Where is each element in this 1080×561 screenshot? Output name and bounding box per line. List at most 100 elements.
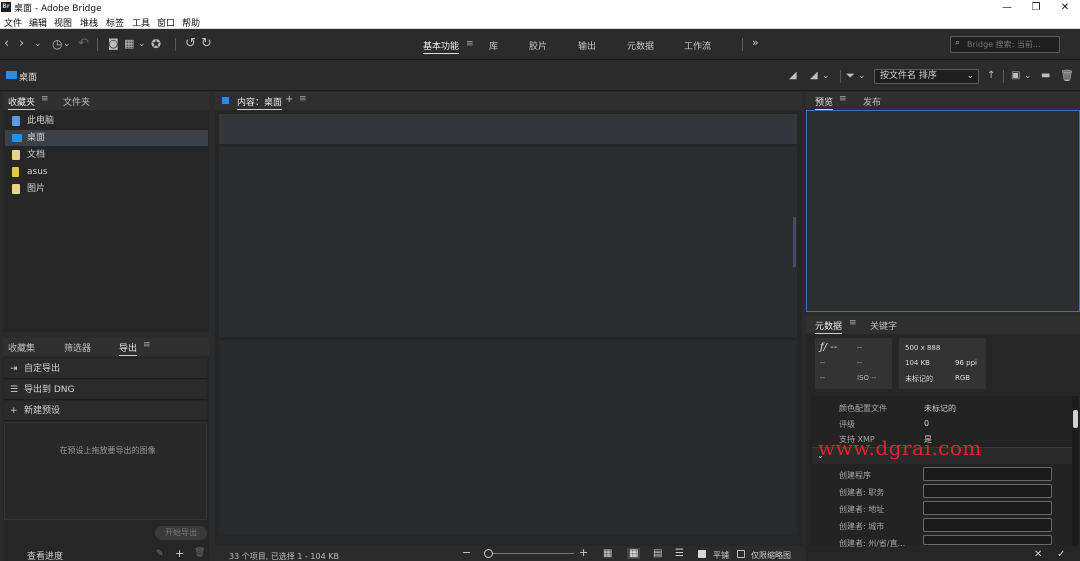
menu-stack[interactable]: 堆栈 xyxy=(80,16,98,29)
tab-metadata[interactable]: 元数据 xyxy=(815,319,843,334)
tab-favorites[interactable]: 收藏夹 xyxy=(8,95,36,110)
tab-filter[interactable]: 筛选器 xyxy=(64,341,91,354)
custom-export-row[interactable]: ⇥ 自定导出 xyxy=(4,359,207,379)
zoom-slider-thumb[interactable] xyxy=(484,549,493,558)
more-workspaces-button[interactable]: » xyxy=(752,36,759,49)
trash-icon[interactable]: 🗑 xyxy=(194,548,205,558)
trash-icon[interactable]: 🗑 xyxy=(1060,69,1074,83)
breadcrumb[interactable]: 桌面 xyxy=(19,70,37,83)
chevron-down-icon[interactable]: ⌄ xyxy=(138,37,146,51)
favorite-asus[interactable]: asus xyxy=(5,164,208,180)
menu-label[interactable]: 标签 xyxy=(106,16,124,29)
view-progress-link[interactable]: 查看进度 xyxy=(27,549,63,561)
open-recent-folder-icon[interactable]: ▣ xyxy=(1011,69,1020,83)
refine-icon[interactable]: ▦ xyxy=(124,37,134,51)
flat-view-checkbox[interactable] xyxy=(698,550,706,558)
creator-job-input[interactable] xyxy=(923,484,1052,498)
creator-input[interactable] xyxy=(923,467,1052,481)
tab-content[interactable]: 内容：桌面 xyxy=(237,95,283,110)
workspace-menu-icon[interactable]: ≡ xyxy=(466,39,474,49)
plus-icon[interactable]: + xyxy=(175,547,184,560)
workspace-workflow[interactable]: 工作流 xyxy=(684,39,711,52)
panel-menu-icon[interactable]: ≡ xyxy=(41,94,49,104)
menu-tools[interactable]: 工具 xyxy=(132,16,150,29)
details-view-icon[interactable]: ▤ xyxy=(653,548,662,559)
menu-view[interactable]: 视图 xyxy=(54,16,72,29)
panel-menu-icon[interactable]: ≡ xyxy=(849,318,857,328)
return-icon[interactable]: ↶ xyxy=(78,37,89,51)
creator-state-input[interactable] xyxy=(923,535,1052,545)
new-folder-icon[interactable]: ▬ xyxy=(1041,69,1050,83)
tab-collections[interactable]: 收藏集 xyxy=(8,341,35,354)
chevron-down-icon[interactable]: ⌄ xyxy=(63,37,71,51)
creative-cloud-icon[interactable]: ✪ xyxy=(151,37,161,51)
workspace-essentials[interactable]: 基本功能 xyxy=(423,39,460,54)
start-export-button[interactable]: 开始导出 xyxy=(155,526,207,540)
thumbnail-grid[interactable] xyxy=(219,147,797,337)
restore-button[interactable]: ❐ xyxy=(1021,0,1051,15)
chevron-down-icon[interactable]: ⌄ xyxy=(858,69,866,83)
chevron-down-icon[interactable]: ⌄ xyxy=(34,37,42,51)
bridge-search-box[interactable]: ⌕ xyxy=(950,36,1060,53)
search-input[interactable] xyxy=(967,38,1055,51)
pencil-icon[interactable]: ✎ xyxy=(156,549,164,559)
chevron-down-icon[interactable]: ⌄ xyxy=(1024,69,1032,83)
tab-preview[interactable]: 预览 xyxy=(815,95,834,110)
thumbnail-row[interactable] xyxy=(219,114,797,144)
add-tab-button[interactable]: + xyxy=(285,94,293,105)
tab-publish[interactable]: 发布 xyxy=(863,95,881,108)
workspace-metadata[interactable]: 元数据 xyxy=(627,39,654,52)
favorite-label: 此电脑 xyxy=(27,116,55,126)
menu-edit[interactable]: 编辑 xyxy=(29,16,47,29)
thumbnail-view-icon[interactable]: ▦ xyxy=(627,548,641,559)
panel-menu-icon[interactable]: ≡ xyxy=(839,94,847,104)
back-icon[interactable]: ‹ xyxy=(4,37,9,51)
metadata-scrollbar[interactable] xyxy=(1072,396,1079,546)
rotate-left-icon[interactable]: ↺ xyxy=(185,37,196,51)
favorite-this-pc[interactable]: 此电脑 xyxy=(5,113,208,129)
grid-lock-icon[interactable]: ▦ xyxy=(603,548,612,559)
workspace-output[interactable]: 输出 xyxy=(578,39,596,52)
minimize-button[interactable]: — xyxy=(992,0,1022,15)
thumbnails-only-checkbox[interactable] xyxy=(737,550,745,558)
rating-filter-icon[interactable]: ◢ xyxy=(810,69,818,83)
favorite-pictures[interactable]: 图片 xyxy=(5,181,208,197)
workspace-filmstrip[interactable]: 胶片 xyxy=(529,39,547,52)
thumbnail-grid[interactable] xyxy=(219,340,797,535)
filter-icon[interactable]: ⏷ xyxy=(846,69,855,83)
cancel-icon[interactable]: ✕ xyxy=(1034,549,1042,560)
forward-icon[interactable]: › xyxy=(19,37,24,51)
tab-keywords[interactable]: 关键字 xyxy=(870,319,897,332)
menu-file[interactable]: 文件 xyxy=(4,16,22,29)
creator-city-input[interactable] xyxy=(923,518,1052,532)
creator-address-input[interactable] xyxy=(923,501,1052,515)
chevron-down-icon[interactable]: ⌄ xyxy=(822,69,830,83)
apply-icon[interactable]: ✓ xyxy=(1057,549,1065,560)
sort-dropdown[interactable]: 按文件名 排序 ⌄ xyxy=(874,69,979,84)
preview-image[interactable] xyxy=(806,110,1080,312)
export-drop-zone[interactable]: 在预设上拖放要导出的图像 xyxy=(4,422,207,520)
sort-ascending-icon[interactable]: ↑ xyxy=(987,69,995,83)
panel-menu-icon[interactable]: ≡ xyxy=(143,340,151,350)
zoom-out-icon[interactable]: − xyxy=(462,546,471,559)
panel-menu-icon[interactable]: ≡ xyxy=(299,94,307,104)
workspace-libraries[interactable]: 库 xyxy=(489,39,498,52)
camera-icon[interactable]: ◙ xyxy=(108,37,119,51)
menu-window[interactable]: 窗口 xyxy=(157,16,175,29)
recent-history-icon[interactable]: ◷ xyxy=(52,37,62,51)
tab-folders[interactable]: 文件夹 xyxy=(63,95,90,108)
quality-icon[interactable]: ◢ xyxy=(789,69,797,83)
list-view-icon[interactable]: ☰ xyxy=(675,548,684,559)
tab-export[interactable]: 导出 xyxy=(119,341,138,356)
export-dng-row[interactable]: ☰ 导出到 DNG xyxy=(4,380,207,400)
zoom-in-icon[interactable]: + xyxy=(579,546,588,559)
rotate-right-icon[interactable]: ↻ xyxy=(201,37,212,51)
scrollbar-thumb[interactable] xyxy=(793,217,796,267)
zoom-slider-track[interactable] xyxy=(484,553,574,554)
menu-help[interactable]: 帮助 xyxy=(182,16,200,29)
favorite-documents[interactable]: 文档 xyxy=(5,147,208,163)
scrollbar-thumb[interactable] xyxy=(1073,410,1078,428)
close-button[interactable]: ✕ xyxy=(1050,0,1080,15)
favorite-desktop[interactable]: 桌面 xyxy=(5,130,208,146)
new-preset-row[interactable]: + 新建预设 xyxy=(4,401,207,421)
